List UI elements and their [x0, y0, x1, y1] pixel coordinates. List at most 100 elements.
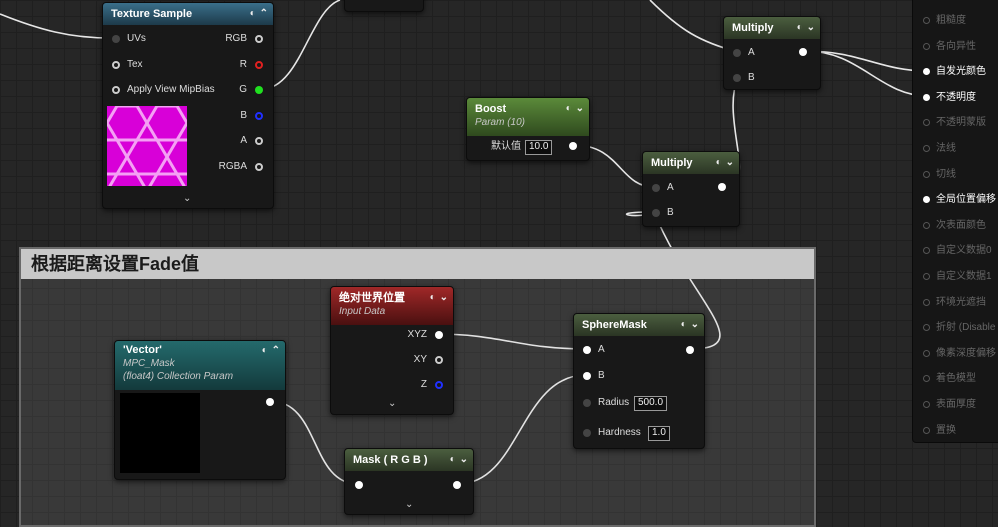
- preview-toggle-icon[interactable]: ◐: [716, 157, 722, 168]
- result-input-pin[interactable]: [923, 401, 930, 408]
- world-position-node[interactable]: 绝对世界位置 Input Data ◐ ⌄ XYZ XY Z ⌄: [330, 286, 454, 415]
- node-header[interactable]: Multiply ◐ ⌄: [724, 17, 820, 39]
- result-input-pin[interactable]: [923, 298, 930, 306]
- result-input-2[interactable]: 自发光颜色: [923, 65, 986, 79]
- collapse-chevron-icon[interactable]: ⌄: [807, 22, 815, 33]
- boost-param-node[interactable]: Boost Param (10) ◐ ⌄ 默认值 10.0: [466, 97, 590, 161]
- result-input-pin[interactable]: [923, 145, 930, 152]
- result-input-0[interactable]: 粗糙度: [923, 14, 966, 28]
- result-input-pin[interactable]: [923, 375, 930, 383]
- result-input-pin[interactable]: [923, 324, 930, 332]
- preview-toggle-icon[interactable]: ◐: [681, 319, 687, 330]
- result-input-pin[interactable]: [923, 349, 930, 357]
- g-output-pin[interactable]: [255, 86, 263, 94]
- uvs-input-pin[interactable]: [112, 35, 120, 43]
- a-input-pin[interactable]: [652, 184, 660, 192]
- collapse-chevron-icon[interactable]: ⌄: [576, 103, 584, 114]
- result-input-13[interactable]: 像素深度偏移: [923, 347, 996, 361]
- result-input-15[interactable]: 表面厚度: [923, 398, 976, 412]
- result-input-pin[interactable]: [923, 273, 930, 280]
- collapse-chevron-icon[interactable]: ⌄: [726, 157, 734, 168]
- tex-input-pin[interactable]: [112, 61, 120, 69]
- node-header[interactable]: Texture Sample ◐ ⌃: [103, 3, 273, 25]
- result-input-3[interactable]: 不透明度: [923, 91, 976, 105]
- result-input-pin[interactable]: [923, 17, 930, 24]
- texture-sample-node[interactable]: Texture Sample ◐ ⌃ UVs Tex Apply View Mip…: [102, 2, 274, 209]
- expand-chevron-icon[interactable]: ⌄: [388, 398, 396, 409]
- expand-chevron-icon[interactable]: ⌄: [405, 499, 413, 510]
- cropped-node-top[interactable]: [344, 0, 424, 12]
- multiply-output-pin[interactable]: [799, 48, 807, 56]
- collapse-chevron-icon[interactable]: ⌃: [260, 8, 268, 19]
- sphere-mask-output-pin[interactable]: [686, 346, 694, 354]
- mask-rgb-node[interactable]: Mask ( R G B ) ◐ ⌄ ⌄: [344, 448, 474, 515]
- result-input-16[interactable]: 置换: [923, 424, 956, 438]
- b-output-pin[interactable]: [255, 112, 263, 120]
- a-input-pin[interactable]: [583, 346, 591, 354]
- collapse-chevron-icon[interactable]: ⌃: [272, 345, 280, 356]
- result-input-pin[interactable]: [923, 196, 930, 204]
- preview-toggle-icon[interactable]: ◐: [450, 454, 456, 465]
- radius-value-field[interactable]: 500.0: [634, 396, 668, 411]
- result-input-1[interactable]: 各向异性: [923, 40, 976, 54]
- result-input-pin[interactable]: [923, 93, 930, 101]
- node-header[interactable]: Multiply ◐ ⌄: [643, 152, 739, 174]
- material-result-node[interactable]: 粗糙度各向异性自发光颜色不透明度不透明蒙版法线切线全局位置偏移 次表面颜色自定义数…: [912, 0, 998, 443]
- b-input-pin[interactable]: [733, 74, 741, 82]
- mask-input-pin[interactable]: [355, 481, 363, 489]
- vector-collection-param-node[interactable]: 'Vector' MPC_Mask (float4) Collection Pa…: [114, 340, 286, 480]
- result-input-pin[interactable]: [923, 221, 930, 229]
- result-input-14[interactable]: 着色模型: [923, 372, 976, 386]
- result-input-pin[interactable]: [923, 426, 930, 434]
- result-input-pin[interactable]: [923, 247, 930, 255]
- result-input-pin[interactable]: [923, 68, 930, 76]
- preview-toggle-icon[interactable]: ◐: [262, 345, 268, 356]
- result-input-4[interactable]: 不透明蒙版: [923, 116, 986, 130]
- result-input-12[interactable]: 折射 (Disable: [923, 321, 995, 335]
- hardness-value-field[interactable]: 1.0: [648, 426, 670, 441]
- a-output-pin[interactable]: [255, 137, 263, 145]
- preview-toggle-icon[interactable]: ◐: [797, 22, 803, 33]
- collapse-chevron-icon[interactable]: ⌄: [460, 454, 468, 465]
- hardness-input-pin[interactable]: [583, 429, 591, 437]
- result-input-7[interactable]: 全局位置偏移: [923, 193, 996, 207]
- result-input-5[interactable]: 法线: [923, 142, 956, 156]
- node-header[interactable]: 'Vector' MPC_Mask (float4) Collection Pa…: [115, 341, 285, 390]
- result-input-pin[interactable]: [923, 119, 930, 127]
- collapse-chevron-icon[interactable]: ⌄: [691, 319, 699, 330]
- node-header[interactable]: 绝对世界位置 Input Data ◐ ⌄: [331, 287, 453, 325]
- a-input-pin[interactable]: [733, 49, 741, 57]
- b-input-pin[interactable]: [652, 209, 660, 217]
- result-input-8[interactable]: 次表面颜色: [923, 219, 986, 233]
- multiply-node-mid[interactable]: Multiply ◐ ⌄ A B: [642, 151, 740, 227]
- xy-output-pin[interactable]: [435, 356, 443, 364]
- boost-output-pin[interactable]: [569, 142, 577, 150]
- r-output-pin[interactable]: [255, 61, 263, 69]
- result-input-9[interactable]: 自定义数据0: [923, 244, 992, 258]
- preview-toggle-icon[interactable]: ◐: [430, 292, 436, 303]
- z-output-pin[interactable]: [435, 381, 443, 389]
- sphere-mask-node[interactable]: SphereMask ◐ ⌄ A B Radius 500.0 Hardness …: [573, 313, 705, 449]
- radius-input-pin[interactable]: [583, 399, 591, 407]
- result-input-11[interactable]: 环境光遮挡: [923, 296, 986, 310]
- node-header[interactable]: SphereMask ◐ ⌄: [574, 314, 704, 336]
- comment-title[interactable]: 根据距离设置Fade值: [21, 249, 814, 279]
- xyz-output-pin[interactable]: [435, 331, 443, 339]
- result-input-pin[interactable]: [923, 42, 930, 50]
- vector-output-pin[interactable]: [266, 398, 274, 406]
- multiply-node-top[interactable]: Multiply ◐ ⌄ A B: [723, 16, 821, 90]
- node-header[interactable]: Boost Param (10) ◐ ⌄: [467, 98, 589, 136]
- result-input-6[interactable]: 切线: [923, 168, 956, 182]
- result-input-pin[interactable]: [923, 170, 930, 178]
- mipbias-input-pin[interactable]: [112, 86, 120, 94]
- rgb-output-pin[interactable]: [255, 35, 263, 43]
- expand-chevron-icon[interactable]: ⌄: [183, 193, 191, 204]
- b-input-pin[interactable]: [583, 372, 591, 380]
- rgba-output-pin[interactable]: [255, 163, 263, 171]
- result-input-10[interactable]: 自定义数据1: [923, 270, 992, 284]
- collapse-chevron-icon[interactable]: ⌄: [440, 292, 448, 303]
- preview-toggle-icon[interactable]: ◐: [566, 103, 572, 114]
- node-header[interactable]: Mask ( R G B ) ◐ ⌄: [345, 449, 473, 471]
- multiply-output-pin[interactable]: [718, 183, 726, 191]
- default-value-field[interactable]: 10.0: [525, 140, 553, 155]
